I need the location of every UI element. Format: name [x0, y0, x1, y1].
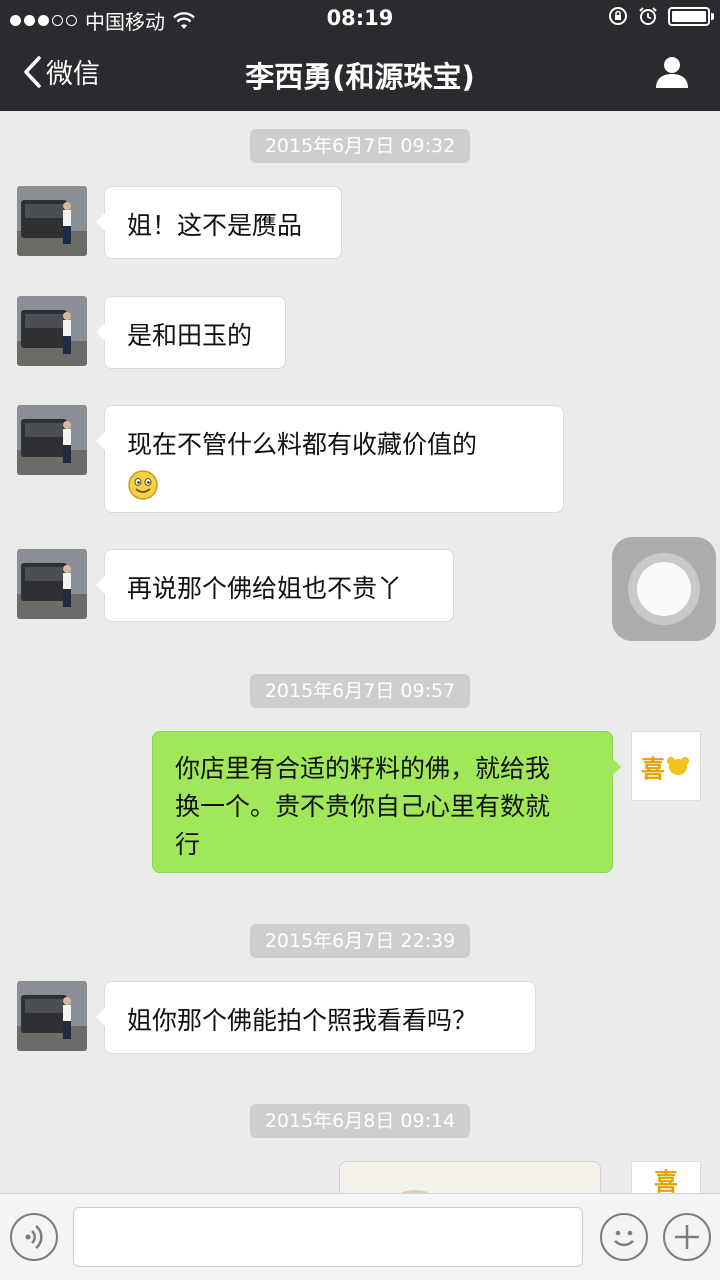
contact-avatar[interactable] — [17, 405, 87, 475]
plus-icon — [675, 1225, 699, 1249]
message-text: 姐你那个佛能拍个照我看看吗？ — [127, 1006, 478, 1035]
emoji-button[interactable] — [600, 1213, 648, 1261]
incoming-message[interactable]: 姐！这不是赝品 — [96, 186, 342, 259]
chat-input-bar — [0, 1193, 720, 1280]
avatar-character: 喜 — [654, 1168, 678, 1195]
navigation-bar: 微信 李西勇(和源珠宝) — [0, 38, 720, 111]
contact-avatar[interactable] — [17, 981, 87, 1051]
incoming-message[interactable]: 现在不管什么料都有收藏价值的 — [96, 405, 564, 513]
contact-avatar[interactable] — [17, 296, 87, 366]
incoming-message[interactable]: 是和田玉的 — [96, 296, 286, 369]
contact-avatar[interactable] — [17, 186, 87, 256]
more-button[interactable] — [663, 1213, 711, 1261]
incoming-message[interactable]: 再说那个佛给姐也不贵丫 — [96, 549, 454, 622]
message-text: 姐！这不是赝品 — [127, 211, 303, 240]
contact-info-icon[interactable] — [654, 54, 690, 90]
voice-button[interactable] — [10, 1213, 58, 1261]
cartoon-icon — [667, 757, 689, 775]
emoji-icon — [614, 1230, 634, 1247]
voice-icon — [25, 1225, 43, 1249]
outgoing-message[interactable]: 你店里有合适的籽料的佛，就给我 换一个。贵不贵你自己心里有数就 行 — [152, 731, 621, 873]
alarm-icon — [639, 7, 657, 25]
rotation-lock-icon — [609, 7, 627, 25]
timestamp: 2015年6月8日 09:14 — [250, 1104, 470, 1138]
message-input[interactable] — [73, 1207, 583, 1267]
status-bar: 中国移动 08:19 — [0, 0, 720, 38]
avatar-character: 喜 — [641, 754, 665, 783]
contact-avatar[interactable] — [17, 549, 87, 619]
my-avatar[interactable]: 喜 — [631, 731, 701, 801]
message-text-line: 行 — [175, 830, 201, 859]
timestamp: 2015年6月7日 09:57 — [250, 674, 470, 708]
message-text: 是和田玉的 — [127, 321, 253, 350]
top-bar: 中国移动 08:19 微信 李西勇(和源珠宝) — [0, 0, 720, 111]
timestamp: 2015年6月7日 22:39 — [250, 924, 470, 958]
message-text-line: 换一个。贵不贵你自己心里有数就 — [175, 792, 551, 821]
message-text-line: 你店里有合适的籽料的佛，就给我 — [175, 754, 551, 783]
timestamp: 2015年6月7日 09:32 — [250, 129, 470, 163]
chat-title: 李西勇(和源珠宝) — [245, 60, 475, 94]
smiley-emoji-icon — [128, 470, 158, 500]
message-text: 再说那个佛给姐也不贵丫 — [127, 574, 403, 603]
battery-icon — [668, 6, 714, 26]
incoming-message[interactable]: 姐你那个佛能拍个照我看看吗？ — [96, 981, 536, 1054]
assistive-touch-button[interactable] — [612, 537, 716, 641]
my-avatar[interactable]: 喜 — [631, 1161, 701, 1195]
message-text: 现在不管什么料都有收藏价值的 — [127, 430, 478, 459]
